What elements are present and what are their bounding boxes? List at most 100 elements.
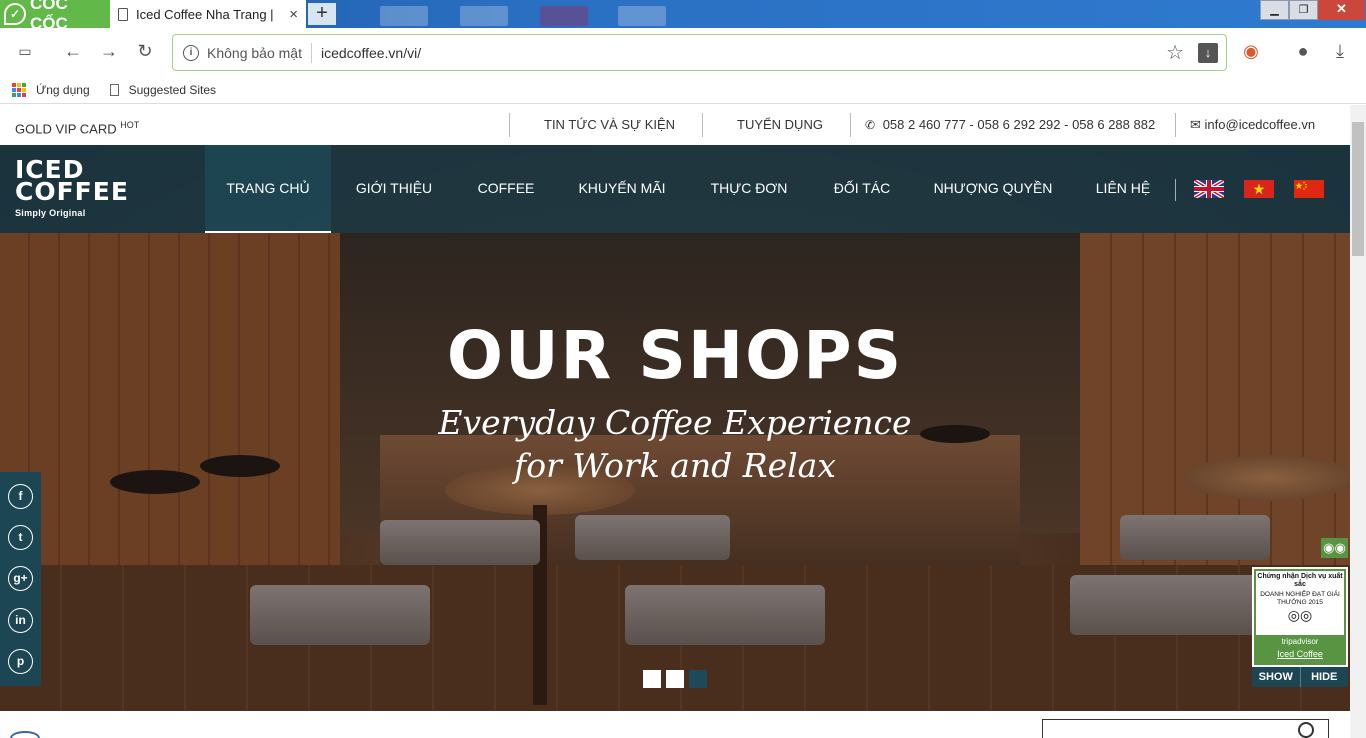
email-link[interactable]: ✉ info@icedcoffee.vn xyxy=(1190,105,1315,145)
divider xyxy=(1175,113,1176,137)
address-bar[interactable]: i Không bảo mật icedcoffee.vn/vi/ ☆ ↓ xyxy=(172,34,1227,71)
coccoc-logo[interactable]: ✓ CỐC CỐC xyxy=(0,0,110,33)
sidebar-toggle-icon[interactable]: ▭ xyxy=(12,38,38,64)
bookmark-apps[interactable]: Ứng dụng xyxy=(36,83,90,97)
page-icon xyxy=(109,83,119,96)
phone-info: ✆ 058 2 460 777 - 058 6 292 292 - 058 6 … xyxy=(865,105,1155,145)
nav-home[interactable]: TRANG CHỦ xyxy=(205,145,331,233)
minimize-button[interactable]: ▁ xyxy=(1260,0,1289,20)
maximize-button[interactable]: ❐ xyxy=(1289,0,1318,20)
search-box[interactable] xyxy=(1042,719,1329,738)
divider xyxy=(310,42,312,63)
ta-business-link[interactable]: Iced Coffee xyxy=(1254,649,1346,659)
facebook-icon[interactable]: f xyxy=(8,484,33,510)
bookmark-star-icon[interactable]: ☆ xyxy=(1166,40,1184,65)
url-text[interactable]: icedcoffee.vn/vi/ xyxy=(321,45,421,61)
vietnam-flag-icon[interactable] xyxy=(1244,180,1274,198)
tripadvisor-logo-icon: ◎◎ xyxy=(1287,607,1313,623)
google-plus-icon[interactable]: g+ xyxy=(8,566,33,592)
hero-chair xyxy=(250,585,430,645)
nav-contact[interactable]: LIÊN HỆ xyxy=(1088,145,1158,233)
logo-tagline: Simply Original xyxy=(15,208,86,218)
ta-hide-button[interactable]: HIDE xyxy=(1301,667,1349,687)
divider xyxy=(509,113,510,137)
mail-icon: ✉ xyxy=(1190,117,1201,132)
nav-partners[interactable]: ĐỐI TÁC xyxy=(825,145,899,233)
divider xyxy=(1175,179,1176,201)
ta-brand: tripadvisor xyxy=(1281,637,1319,646)
site-logo[interactable]: ICED COFFEE Simply Original xyxy=(15,157,129,219)
tripadvisor-certificate: Chứng nhận Dịch vụ xuất sắc DOANH NGHIỆP… xyxy=(1256,571,1344,635)
page-icon xyxy=(118,7,128,21)
tab-close-button[interactable]: × xyxy=(289,6,298,23)
twitter-icon[interactable]: t xyxy=(8,525,33,551)
tab-title: Iced Coffee Nha Trang | xyxy=(136,6,274,22)
slide-dot[interactable] xyxy=(643,670,661,688)
linkedin-icon[interactable]: in xyxy=(8,607,33,633)
hero-subtitle: Everyday Coffee Experience for Work and … xyxy=(0,401,1350,487)
news-link[interactable]: TIN TỨC VÀ SỰ KIỆN xyxy=(544,105,675,145)
email-text: info@icedcoffee.vn xyxy=(1204,117,1316,132)
gold-vip-card-link[interactable]: GOLD VIP CARD HOT xyxy=(15,105,139,145)
info-icon[interactable]: i xyxy=(183,44,199,61)
tripadvisor-widget[interactable]: Chứng nhận Dịch vụ xuất sắc DOANH NGHIỆP… xyxy=(1252,567,1348,667)
taskbar-thumb xyxy=(618,6,666,26)
slide-dot-active[interactable] xyxy=(689,670,707,688)
reload-icon[interactable]: ↻ xyxy=(132,38,158,64)
nav-promotions[interactable]: KHUYẾN MÃI xyxy=(572,145,672,233)
back-icon[interactable]: ← xyxy=(60,38,86,64)
logo-line2: COFFEE xyxy=(15,177,129,206)
new-tab-button[interactable]: + xyxy=(308,3,336,25)
site-topbar: GOLD VIP CARD HOT TIN TỨC VÀ SỰ KIỆN TUY… xyxy=(0,105,1350,145)
taskbar-thumb xyxy=(540,6,588,26)
hero-subtitle-line2: for Work and Relax xyxy=(514,446,836,485)
main-navbar: ICED COFFEE Simply Original TRANG CHỦ GI… xyxy=(0,145,1350,233)
hero-title: OUR SHOPS xyxy=(446,317,904,394)
download-page-icon[interactable]: ↓ xyxy=(1198,42,1218,63)
china-flag-icon[interactable] xyxy=(1294,180,1324,198)
phone-icon: ✆ xyxy=(865,118,876,132)
hot-badge: HOT xyxy=(120,120,140,130)
security-label: Không bảo mật xyxy=(207,44,302,61)
social-sidebar: f t g+ in p xyxy=(0,472,41,686)
tripadvisor-owl-icon[interactable]: ◉◉ xyxy=(1321,538,1348,558)
divider xyxy=(702,113,703,137)
close-window-button[interactable]: ✕ xyxy=(1318,0,1365,20)
hero-subtitle-line1: Everyday Coffee Experience xyxy=(438,403,912,442)
badge-icon xyxy=(10,731,40,738)
tripadvisor-controls: SHOW HIDE xyxy=(1252,667,1348,687)
ta-certificate-title: Chứng nhận Dịch vụ xuất sắc xyxy=(1257,573,1343,588)
uk-flag-icon[interactable] xyxy=(1194,180,1224,198)
hero-chair xyxy=(1120,515,1270,560)
nav-about[interactable]: GIỚI THIỆU xyxy=(345,145,443,233)
scrollbar-thumb[interactable] xyxy=(1352,122,1364,256)
coccoc-extension-icon[interactable]: ◉ xyxy=(1238,38,1264,64)
taskbar-thumb xyxy=(380,6,428,26)
hero-chair xyxy=(625,585,825,645)
jobs-link[interactable]: TUYỂN DỤNG xyxy=(737,105,823,145)
nav-coffee[interactable]: COFFEE xyxy=(470,145,542,233)
gold-vip-label: GOLD VIP CARD xyxy=(15,121,117,137)
browser-tab[interactable]: Iced Coffee Nha Trang | × xyxy=(110,0,306,28)
apps-icon[interactable] xyxy=(12,82,26,97)
taskbar-thumb xyxy=(460,6,508,26)
hero-chair xyxy=(1070,575,1270,635)
bookmark-suggested-sites[interactable]: Suggested Sites xyxy=(129,83,216,97)
downloads-icon[interactable]: ⤓ xyxy=(1327,38,1353,64)
leaf-icon: ✓ xyxy=(4,3,26,25)
search-icon[interactable] xyxy=(1298,722,1314,738)
hero-chair xyxy=(575,515,730,560)
forward-icon[interactable]: → xyxy=(96,38,122,64)
ta-show-button[interactable]: SHOW xyxy=(1252,667,1301,687)
hero-chair xyxy=(380,520,540,565)
ta-award-text: DOANH NGHIỆP ĐẠT GIẢI THƯỞNG 2015 xyxy=(1260,591,1340,606)
hero-slider: ICED COFFEE Simply Original TRANG CHỦ GI… xyxy=(0,145,1350,711)
bookmarks-bar: Ứng dụng Suggested Sites xyxy=(0,76,1366,104)
nav-franchise[interactable]: NHƯỢNG QUYỀN xyxy=(930,145,1056,233)
pinterest-icon[interactable]: p xyxy=(8,648,33,674)
phone-numbers: 058 2 460 777 - 058 6 292 292 - 058 6 28… xyxy=(882,117,1156,132)
nav-menu[interactable]: THỰC ĐƠN xyxy=(703,145,795,233)
divider xyxy=(850,113,851,137)
profile-icon[interactable]: ● xyxy=(1290,38,1316,64)
slide-dot[interactable] xyxy=(666,670,684,688)
